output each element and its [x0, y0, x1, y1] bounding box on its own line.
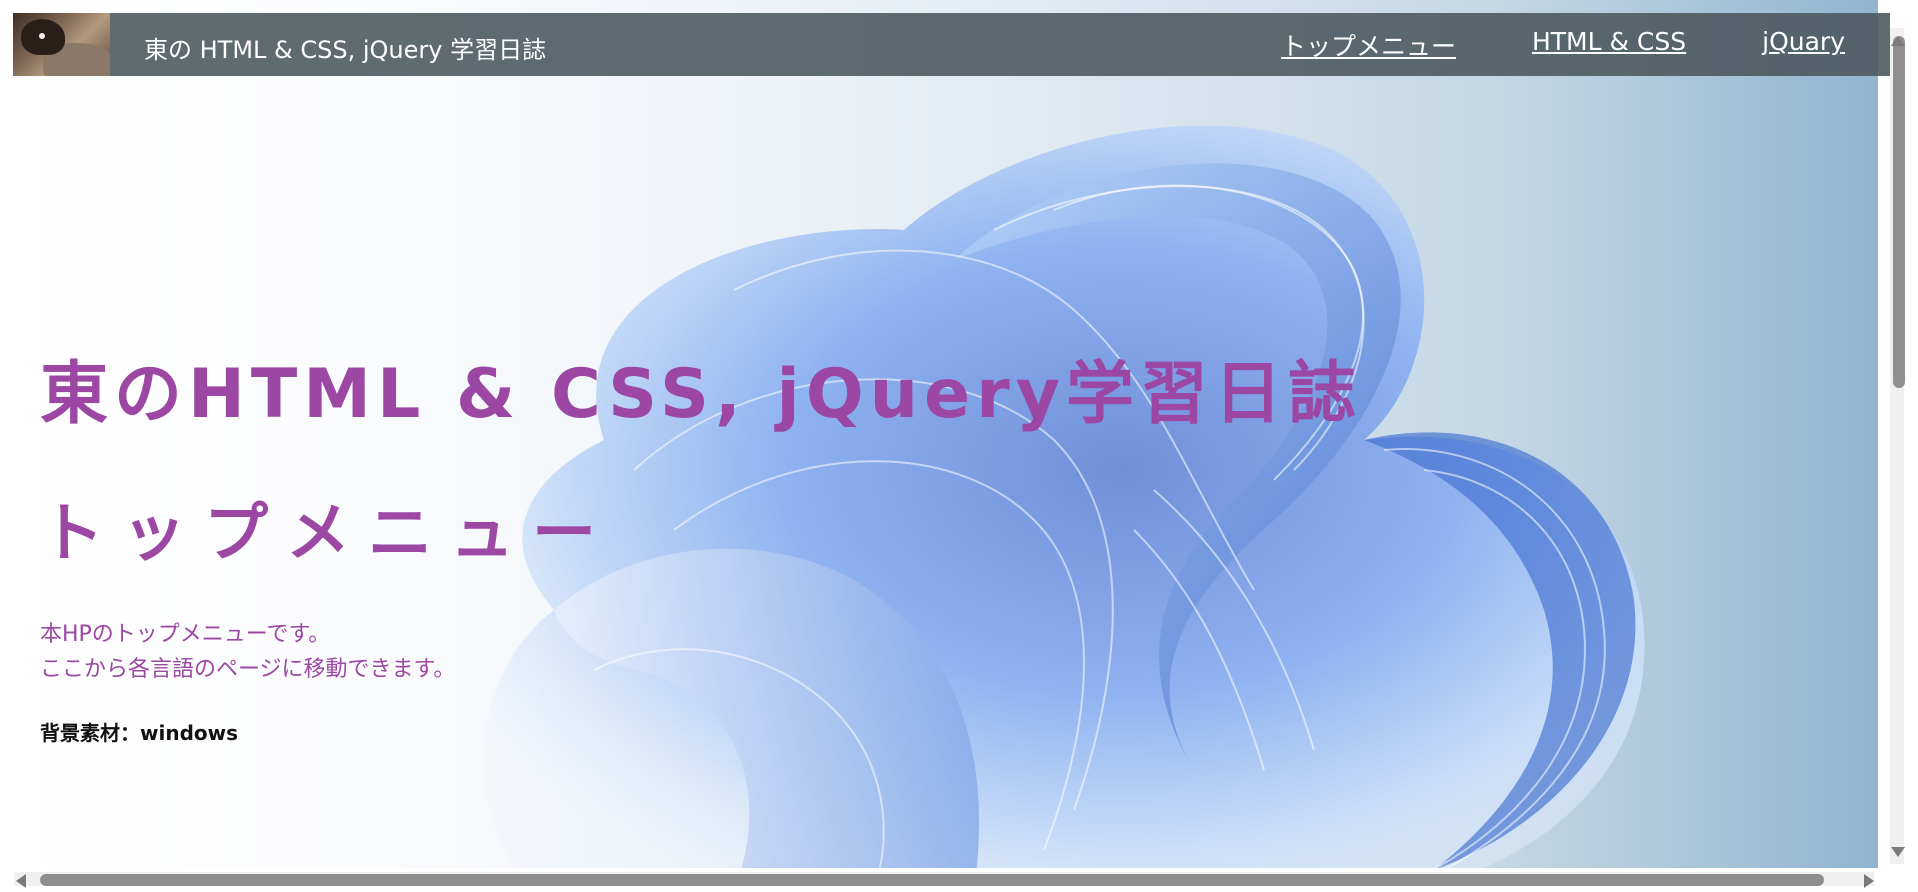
- description-line-1: 本HPのトップメニューです。: [40, 622, 331, 647]
- scroll-left-arrow-icon[interactable]: [16, 874, 26, 888]
- site-title[interactable]: 東の HTML & CSS, jQuery 学習日誌: [144, 30, 546, 65]
- description: 本HPのトップメニューです。 ここから各言語のページに移動できます。: [40, 617, 455, 687]
- horizontal-scrollbar[interactable]: [14, 872, 1874, 886]
- scroll-down-arrow-icon[interactable]: [1891, 847, 1905, 857]
- main-nav: トップメニュー HTML & CSS jQuary: [1281, 27, 1845, 63]
- scroll-right-arrow-icon[interactable]: [1864, 874, 1874, 888]
- nav-link-html-css[interactable]: HTML & CSS: [1532, 27, 1686, 63]
- description-line-2: ここから各言語のページに移動できます。: [40, 657, 456, 682]
- hero-title: 東のHTML & CSS, jQuery学習日誌: [40, 355, 1363, 434]
- horizontal-scrollbar-thumb[interactable]: [40, 874, 1824, 886]
- site-header: 東の HTML & CSS, jQuery 学習日誌 トップメニュー HTML …: [13, 13, 1890, 76]
- site-logo-avatar[interactable]: [13, 13, 110, 76]
- background-credit: 背景素材：windows: [40, 721, 239, 745]
- scroll-up-arrow-icon[interactable]: [1891, 36, 1905, 46]
- nav-link-jquary[interactable]: jQuary: [1762, 27, 1845, 63]
- section-title: トップメニュー: [40, 497, 614, 571]
- background-bloom-image: [483, 125, 1645, 868]
- vertical-scrollbar-thumb[interactable]: [1893, 36, 1905, 388]
- vertical-scrollbar[interactable]: [1890, 28, 1905, 864]
- dog-eye-shape: [39, 33, 45, 39]
- nav-link-top-menu[interactable]: トップメニュー: [1281, 27, 1456, 63]
